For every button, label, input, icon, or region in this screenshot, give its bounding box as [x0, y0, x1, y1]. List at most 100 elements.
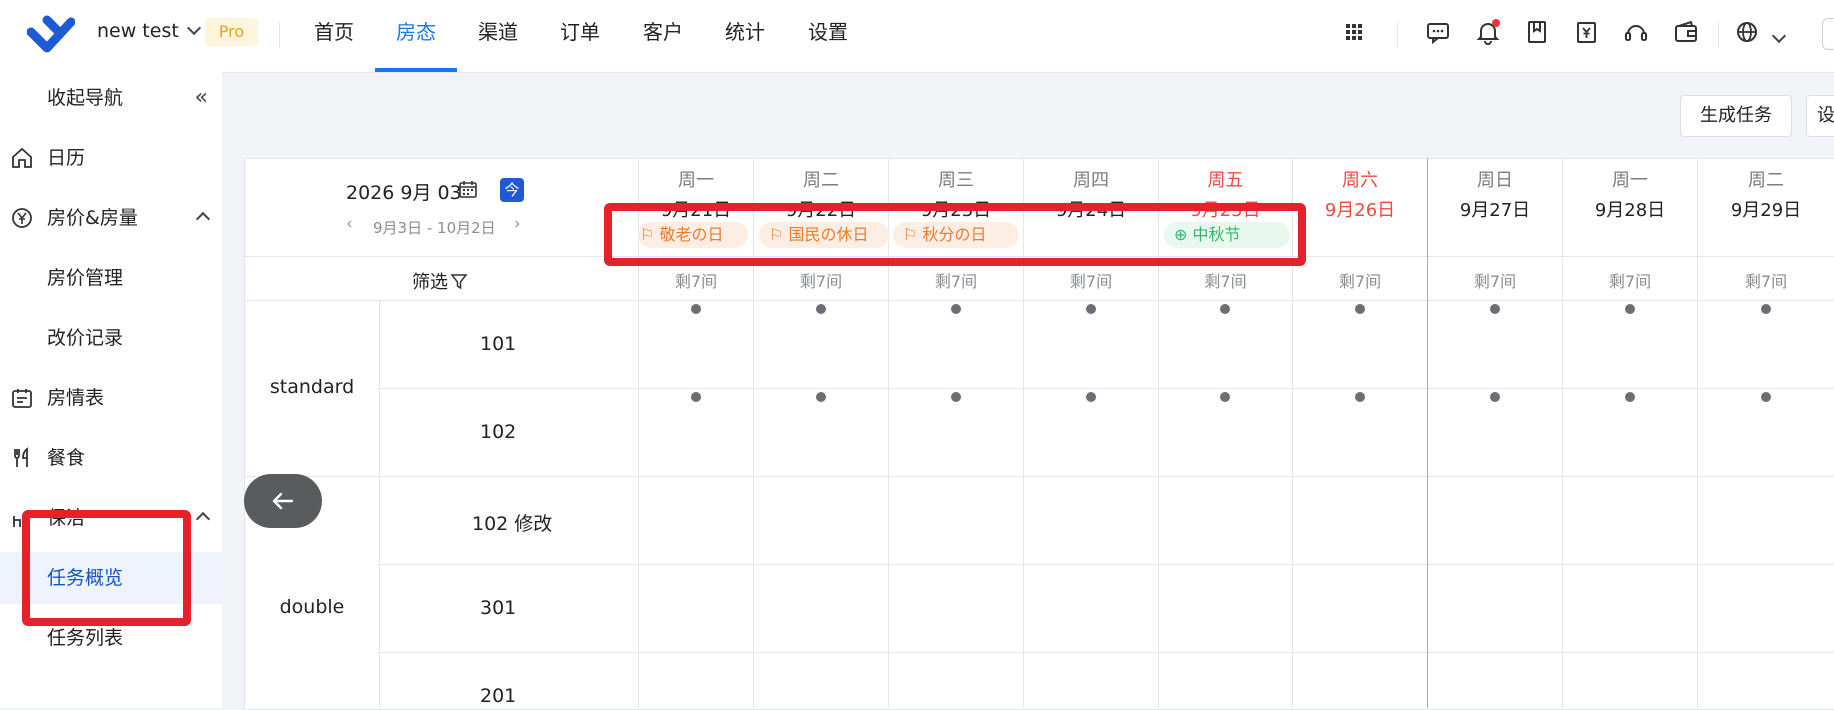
status-dot-icon[interactable] [1086, 304, 1096, 314]
sidebar-item-room-report[interactable]: 房情表 [0, 372, 222, 424]
day-column: 周六 9月26日 剩7间 [1292, 158, 1427, 708]
headset-icon[interactable] [1622, 18, 1650, 46]
chat-icon[interactable] [1424, 18, 1452, 46]
room-101[interactable]: 101 [380, 333, 638, 355]
status-dot-icon[interactable] [1355, 304, 1365, 314]
remaining-rooms: 剩7间 [1608, 272, 1652, 291]
calendar-list-icon [12, 389, 32, 408]
sidebar-item-price-history[interactable]: 改价记录 [0, 312, 222, 364]
day-column: 周一 9月28日 剩7间 [1562, 158, 1697, 708]
status-dot-icon[interactable] [1220, 304, 1230, 314]
bell-icon[interactable] [1474, 18, 1502, 46]
status-dot-icon[interactable] [1761, 304, 1771, 314]
remaining-rooms: 剩7间 [934, 272, 978, 291]
calendar-icon[interactable] [458, 179, 478, 199]
nav-channels[interactable]: 渠道 [467, 0, 529, 72]
status-dot-icon[interactable] [951, 304, 961, 314]
wallet-icon[interactable] [1672, 18, 1700, 46]
sidebar-item-label: 房情表 [47, 387, 105, 409]
status-dot-icon[interactable] [1625, 304, 1635, 314]
weekday-label: 周日 [1477, 170, 1513, 191]
status-dot-icon[interactable] [691, 304, 701, 314]
workspace-switcher[interactable]: new test [97, 20, 201, 42]
remaining-rooms: 剩7间 [1204, 272, 1247, 291]
status-dot-icon[interactable] [816, 304, 826, 314]
prev-range-icon[interactable]: ‹ [346, 214, 353, 234]
filter-label: 筛选 [412, 272, 448, 293]
sidebar-item-pricing[interactable]: 房价&房量 [0, 192, 222, 244]
highlight-box-holidays [604, 203, 1306, 266]
status-dot-icon[interactable] [1490, 304, 1500, 314]
divider [279, 22, 280, 48]
date-label: 9月28日 [1594, 200, 1666, 221]
generate-task-button[interactable]: 生成任务 [1680, 95, 1792, 137]
today-button[interactable]: 今 [500, 178, 524, 202]
day-column: 周二 9月29日剩7间 [1697, 158, 1834, 708]
room-301[interactable]: 301 [380, 597, 638, 619]
apps-grid-icon[interactable] [1340, 18, 1368, 46]
remaining-rooms: 剩7间 [799, 272, 843, 291]
status-dot-icon[interactable] [1355, 392, 1365, 402]
nav-room-status[interactable]: 房态 [375, 0, 457, 72]
nav-customers[interactable]: 客户 [632, 0, 694, 72]
language-chevron-icon[interactable] [1771, 28, 1787, 44]
room-102[interactable]: 102 [380, 421, 638, 443]
status-dot-icon[interactable] [1625, 392, 1635, 402]
filter-button[interactable]: 筛选 [412, 268, 468, 294]
sidebar-item-label: 房价&房量 [47, 207, 138, 229]
arrow-left-icon [272, 492, 294, 510]
weekday-label: 周三 [938, 170, 974, 191]
app-logo[interactable] [27, 14, 75, 54]
collapse-nav-label: 收起导航 [47, 87, 124, 109]
bookmark-icon[interactable] [1523, 18, 1551, 46]
invoice-icon[interactable] [1573, 18, 1601, 46]
status-dot-icon[interactable] [1490, 392, 1500, 402]
filter-icon [450, 274, 468, 290]
status-dot-icon[interactable] [1220, 392, 1230, 402]
remaining-rooms: 剩7间 [1069, 272, 1113, 291]
nav-home[interactable]: 首页 [303, 0, 365, 72]
settings-button[interactable]: 设 [1806, 95, 1834, 137]
globe-icon[interactable] [1733, 18, 1761, 46]
weekday-label: 周四 [1073, 170, 1109, 191]
next-range-icon[interactable]: › [514, 214, 521, 234]
back-button[interactable] [244, 474, 322, 528]
divider [1397, 22, 1398, 48]
nav-statistics[interactable]: 统计 [714, 0, 776, 72]
remaining-rooms: 剩7间 [1473, 272, 1517, 291]
sidebar-item-price-management[interactable]: 房价管理 [0, 252, 222, 304]
status-dot-icon[interactable] [816, 392, 826, 402]
date-label: 9月29日 [1730, 200, 1802, 221]
sidebar-item-meals[interactable]: 餐食 [0, 432, 222, 484]
status-dot-icon[interactable] [691, 392, 701, 402]
collapse-nav[interactable]: 收起导航 « [0, 72, 222, 124]
chevron-up-icon [195, 511, 211, 527]
status-dot-icon[interactable] [951, 392, 961, 402]
chevron-down-icon [186, 20, 201, 36]
chevron-up-icon [195, 211, 211, 227]
status-dot-icon[interactable] [1086, 392, 1096, 402]
remaining-rooms: 剩7间 [1744, 272, 1788, 291]
remaining-rooms: 剩7间 [1338, 272, 1382, 291]
sidebar-item-label: 日历 [47, 147, 86, 169]
room-201[interactable]: 201 [380, 685, 638, 707]
sidebar-item-label: 房价管理 [47, 267, 124, 289]
fork-knife-icon [14, 447, 28, 467]
nav-settings[interactable]: 设置 [797, 0, 859, 72]
panel-toggle[interactable] [1822, 18, 1834, 50]
plan-badge: Pro [205, 18, 258, 46]
home-icon [12, 147, 32, 168]
room-102-edit[interactable]: 102 修改 [380, 509, 638, 536]
divider [379, 300, 380, 708]
nav-orders[interactable]: 订单 [549, 0, 611, 72]
weekday-label: 周五 [1207, 170, 1244, 191]
sidebar-item-calendar[interactable]: 日历 [0, 132, 222, 184]
sidebar-item-label: 餐食 [47, 447, 86, 469]
weekday-label: 周一 [678, 170, 714, 191]
status-dot-icon[interactable] [1761, 392, 1771, 402]
current-date[interactable]: 2026 9月 03 [346, 178, 462, 205]
date-label: 9月27日 [1459, 200, 1531, 221]
divider [1718, 22, 1719, 48]
weekday-label: 周二 [1748, 170, 1784, 191]
remaining-rooms: 剩7间 [674, 272, 718, 291]
